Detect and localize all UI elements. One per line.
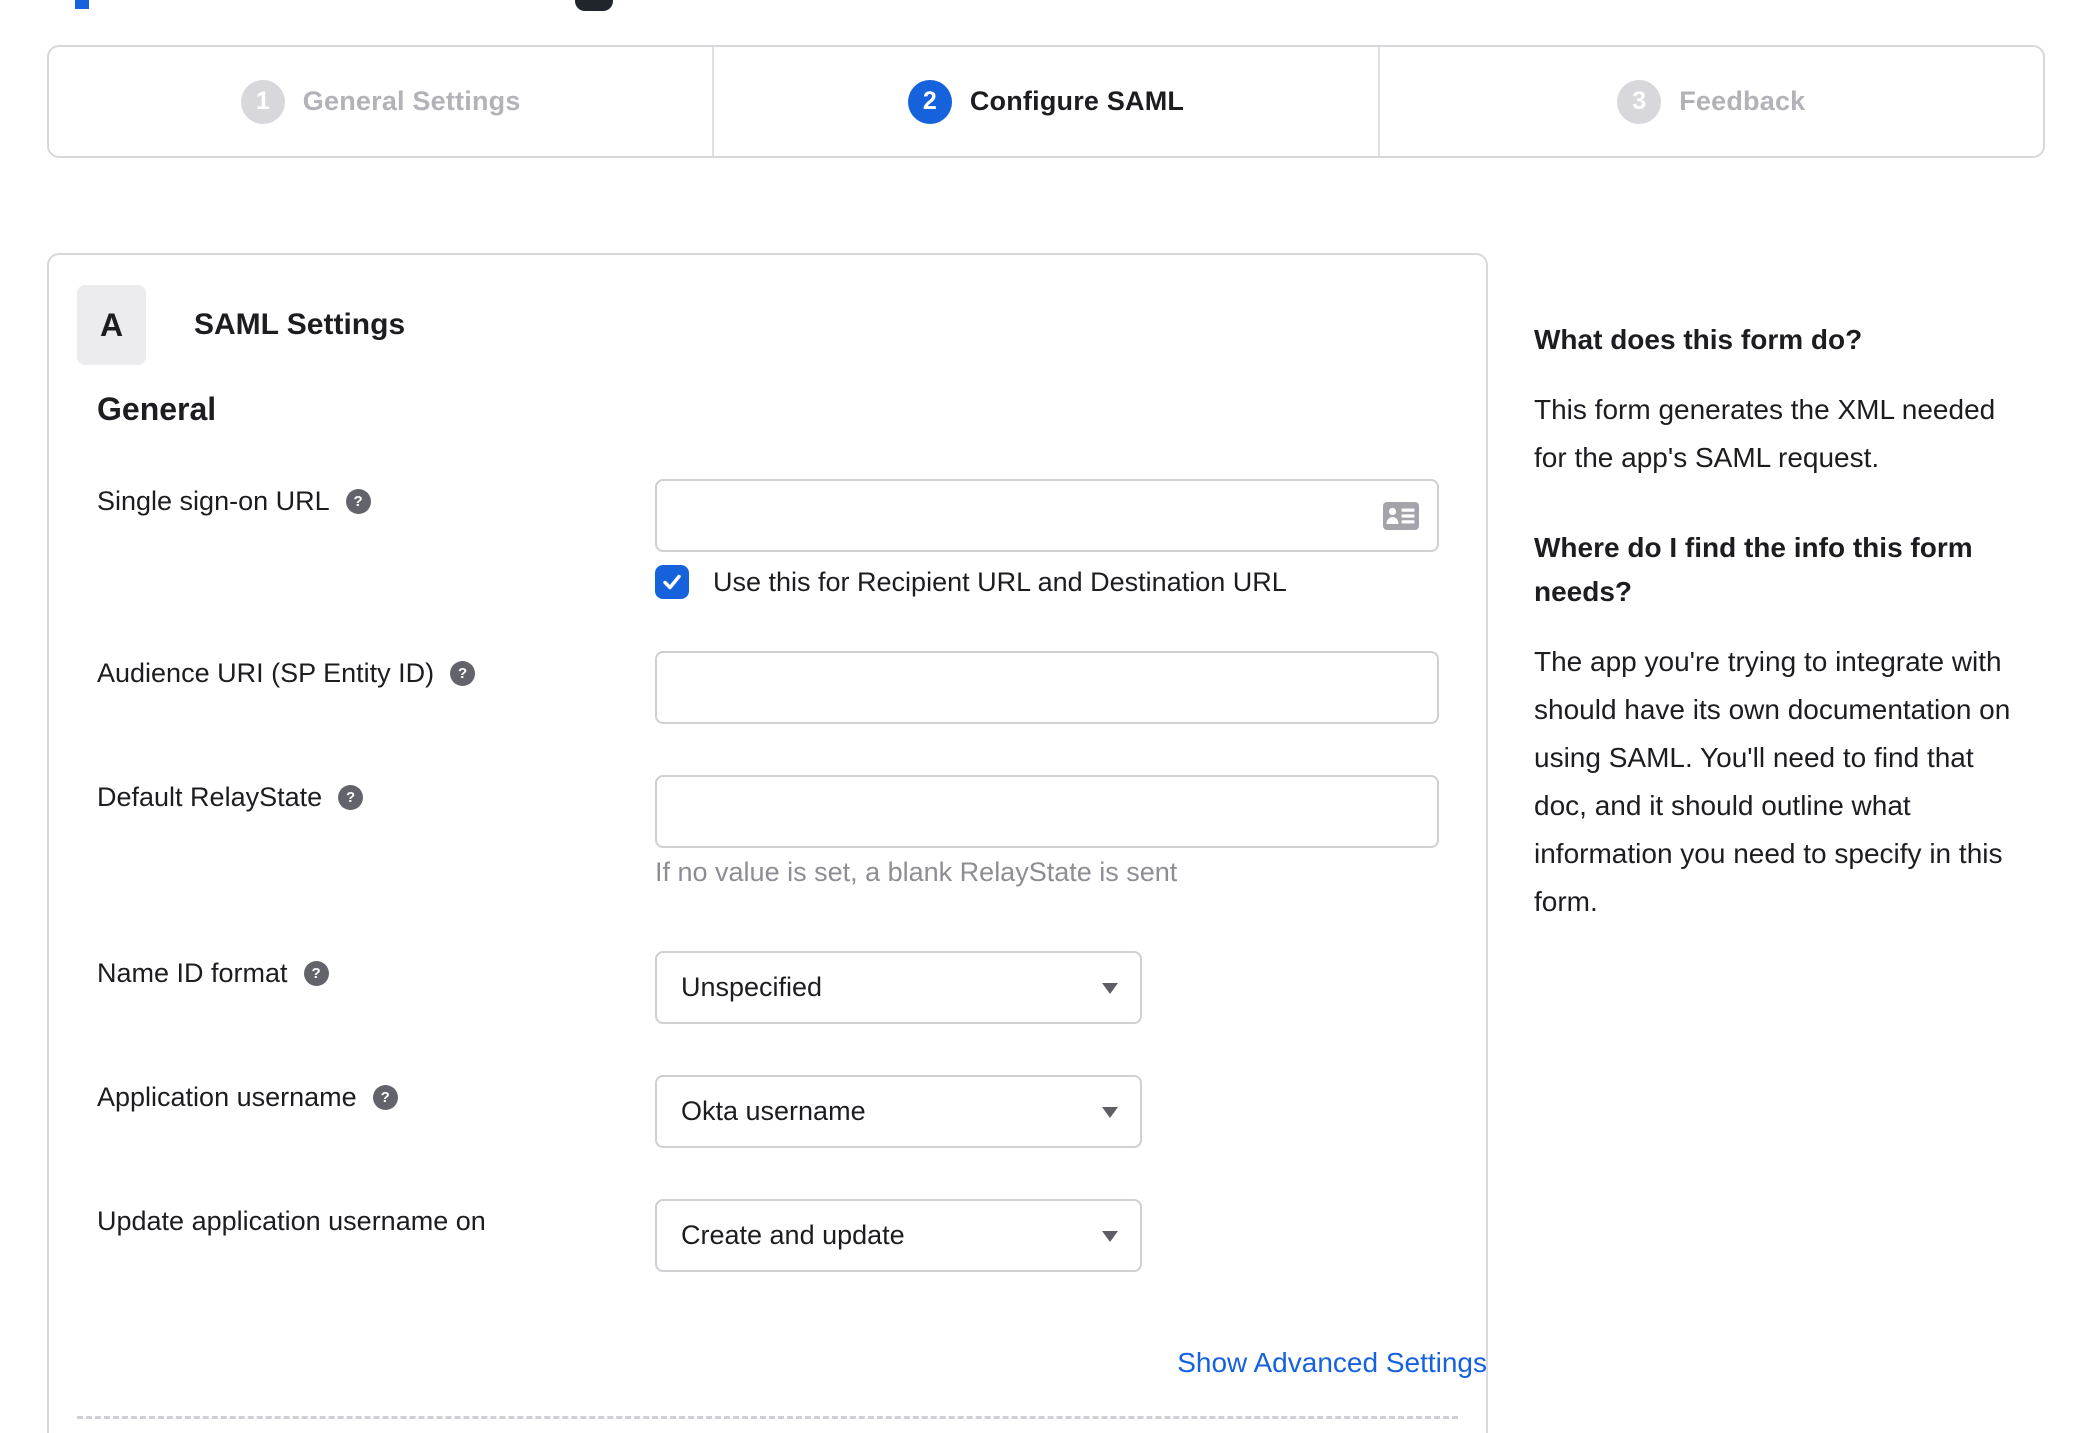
cutoff-app-icon-fragment — [575, 0, 613, 11]
audience-uri-help-icon[interactable]: ? — [450, 660, 476, 686]
step-1-label: General Settings — [302, 86, 521, 116]
update-username-value: Create and update — [681, 1220, 905, 1250]
sidebar-paragraph-what: This form generates the XML needed for t… — [1534, 394, 1996, 473]
relaystate-help-icon[interactable]: ? — [338, 784, 364, 810]
sidebar-paragraph-where: The app you're trying to integrate with … — [1534, 646, 2011, 917]
sso-url-row: Single sign-on URL ? — [97, 479, 1484, 553]
recipient-url-checkbox-row: Use this for Recipient URL and Destinati… — [655, 565, 1287, 599]
relaystate-hint: If no value is set, a blank RelayState i… — [655, 857, 1178, 887]
app-username-label-wrap: Application username ? — [97, 1075, 398, 1119]
app-username-select[interactable]: Okta username — [655, 1075, 1142, 1148]
audience-uri-input[interactable] — [655, 651, 1439, 724]
name-id-format-label: Name ID format — [97, 957, 288, 988]
sso-url-input[interactable] — [655, 479, 1439, 552]
panel-header: A SAML Settings — [77, 285, 405, 365]
chevron-down-icon — [1102, 1230, 1118, 1242]
chevron-down-icon — [1102, 1106, 1118, 1118]
name-id-format-row: Name ID format ? Unspecified — [97, 951, 1484, 1025]
app-username-value: Okta username — [681, 1096, 866, 1126]
general-section-heading: General — [97, 391, 217, 427]
sidebar-heading-where: Where do I find the info this form needs… — [1534, 532, 1973, 607]
step-2-number-badge: 2 — [907, 79, 952, 124]
audience-uri-row: Audience URI (SP Entity ID) ? — [97, 651, 1484, 725]
update-username-label-wrap: Update application username on — [97, 1199, 486, 1243]
app-username-row: Application username ? Okta username — [97, 1075, 1484, 1149]
step-3-number-badge: 3 — [1617, 79, 1662, 124]
app-username-help-icon[interactable]: ? — [372, 1084, 398, 1110]
app-username-label: Application username — [97, 1081, 357, 1112]
name-id-format-help-icon[interactable]: ? — [303, 960, 329, 986]
section-dashed-divider — [77, 1416, 1458, 1419]
panel-title: SAML Settings — [194, 308, 406, 341]
name-id-format-label-wrap: Name ID format ? — [97, 951, 329, 995]
cutoff-logo-fragment — [75, 0, 89, 9]
step-general-settings[interactable]: 1 General Settings — [49, 47, 712, 156]
step-configure-saml[interactable]: 2 Configure SAML — [712, 47, 1377, 156]
saml-settings-panel: A SAML Settings General Single sign-on U… — [47, 253, 1488, 1433]
sso-url-help-icon[interactable]: ? — [345, 488, 371, 514]
contact-card-icon[interactable] — [1383, 502, 1419, 530]
name-id-format-value: Unspecified — [681, 972, 823, 1002]
name-id-format-select[interactable]: Unspecified — [655, 951, 1142, 1024]
wizard-stepper: 1 General Settings 2 Configure SAML 3 Fe… — [47, 45, 2045, 158]
sso-url-label-wrap: Single sign-on URL ? — [97, 479, 371, 523]
update-username-select[interactable]: Create and update — [655, 1199, 1142, 1272]
checkmark-icon — [663, 574, 681, 590]
recipient-url-checkbox-label: Use this for Recipient URL and Destinati… — [713, 566, 1287, 597]
advanced-settings-row: Show Advanced Settings — [655, 1347, 1487, 1379]
relaystate-input[interactable] — [655, 775, 1439, 848]
recipient-url-checkbox[interactable] — [655, 565, 689, 599]
relaystate-label: Default RelayState — [97, 781, 323, 812]
audience-uri-label-wrap: Audience URI (SP Entity ID) ? — [97, 651, 476, 695]
relaystate-label-wrap: Default RelayState ? — [97, 775, 364, 819]
sso-url-label: Single sign-on URL — [97, 485, 330, 516]
step-3-label: Feedback — [1679, 86, 1806, 116]
audience-uri-label: Audience URI (SP Entity ID) — [97, 657, 435, 688]
update-username-label: Update application username on — [97, 1205, 486, 1236]
help-sidebar: What does this form do? This form genera… — [1534, 322, 2039, 926]
section-a-badge: A — [77, 285, 146, 365]
chevron-down-icon — [1102, 982, 1118, 994]
step-feedback[interactable]: 3 Feedback — [1377, 47, 2043, 156]
relaystate-row: Default RelayState ? — [97, 775, 1484, 849]
show-advanced-settings-link[interactable]: Show Advanced Settings — [1177, 1347, 1487, 1378]
update-username-row: Update application username on Create an… — [97, 1199, 1484, 1273]
step-1-number-badge: 1 — [240, 79, 285, 124]
step-2-label: Configure SAML — [969, 86, 1185, 116]
sidebar-heading-what: What does this form do? — [1534, 324, 1863, 355]
